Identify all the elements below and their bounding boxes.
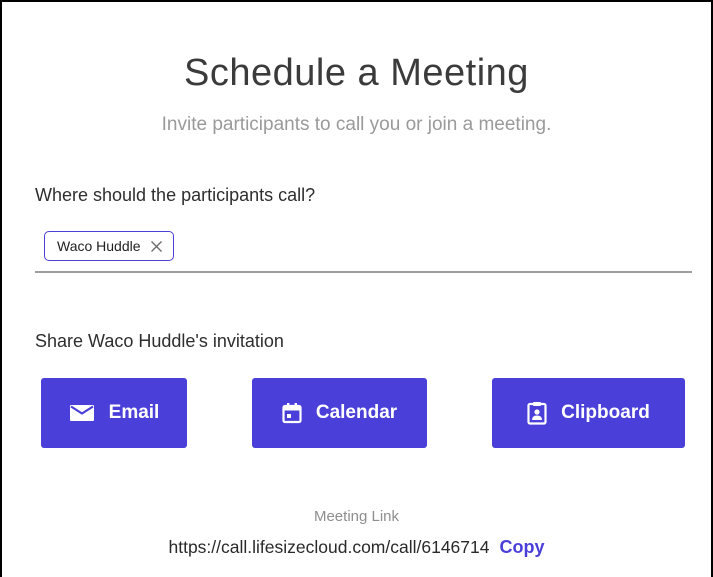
dialog-title: Schedule a Meeting: [184, 52, 529, 94]
meeting-link-caption: Meeting Link: [313, 508, 400, 525]
email-button[interactable]: Email: [41, 378, 187, 448]
clipboard-button[interactable]: Clipboard: [492, 378, 685, 448]
calendar-icon: [282, 402, 302, 424]
email-button-label: Email: [108, 402, 160, 423]
call-location-field[interactable]: Waco Huddle: [35, 227, 692, 273]
copy-link-button[interactable]: Copy: [500, 537, 545, 557]
schedule-meeting-dialog: Schedule a Meeting Invite participants t…: [0, 0, 713, 577]
clipboard-icon: [527, 401, 547, 425]
room-chip: Waco Huddle: [44, 231, 174, 261]
envelope-icon: [69, 404, 95, 422]
meeting-link-url: https://call.lifesizecloud.com/call/6146…: [168, 537, 490, 557]
meeting-link-row: https://call.lifesizecloud.com/call/6146…: [2, 537, 711, 558]
close-x-icon[interactable]: [149, 238, 165, 254]
share-invitation-heading: Share Waco Huddle's invitation: [35, 331, 284, 351]
clipboard-button-label: Clipboard: [561, 402, 650, 423]
calendar-button[interactable]: Calendar: [252, 378, 427, 448]
room-chip-label: Waco Huddle: [57, 238, 141, 254]
calendar-button-label: Calendar: [315, 402, 398, 423]
dialog-subtitle: Invite participants to call you or join …: [161, 114, 552, 135]
call-location-label: Where should the participants call?: [35, 185, 316, 205]
